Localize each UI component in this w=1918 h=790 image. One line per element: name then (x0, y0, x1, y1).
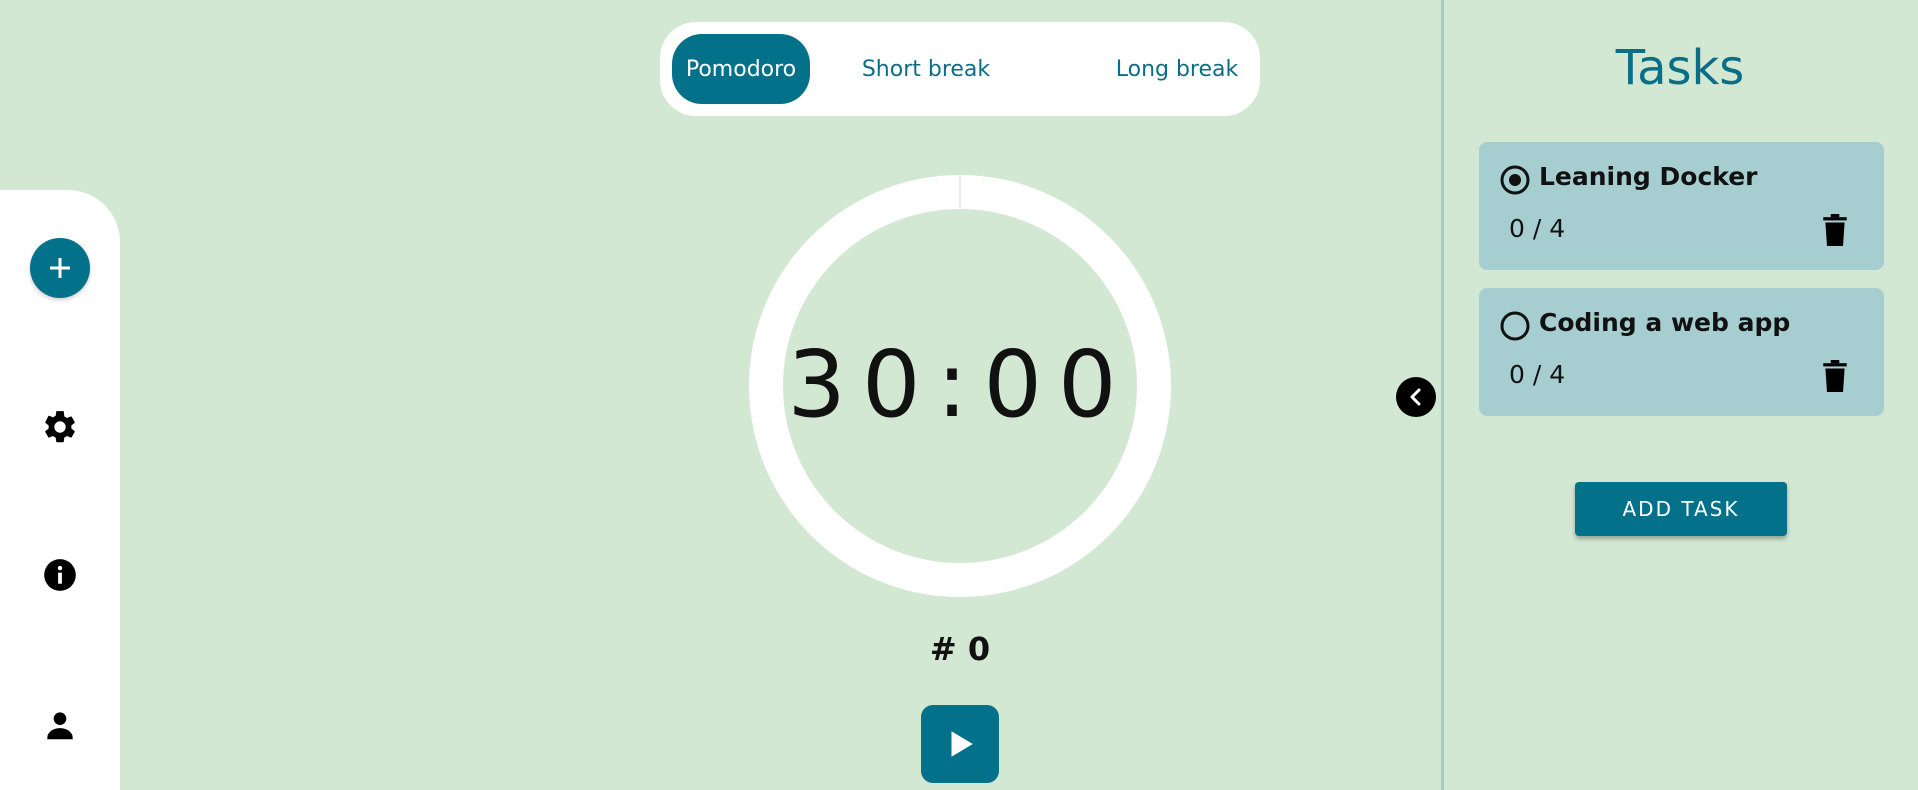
session-counter: # 0 (929, 630, 991, 668)
task-name: Coding a web app (1539, 308, 1791, 337)
play-icon (951, 731, 973, 757)
account-button[interactable] (0, 706, 120, 744)
person-icon (47, 712, 73, 740)
info-button[interactable] (0, 556, 120, 594)
task-name: Leaning Docker (1539, 162, 1758, 191)
task-card[interactable]: Leaning Docker 0 / 4 (1479, 142, 1884, 270)
settings-button[interactable] (0, 408, 120, 446)
add-fab[interactable] (30, 238, 90, 298)
gear-icon (45, 411, 75, 443)
mode-switcher: Pomodoro Short break Long break (660, 22, 1260, 116)
trash-icon[interactable] (1822, 360, 1848, 392)
task-count: 0 / 4 (1509, 360, 1566, 389)
add-task-button[interactable]: ADD TASK (1575, 482, 1787, 536)
info-icon (44, 559, 76, 591)
plus-icon (50, 258, 70, 278)
trash-icon[interactable] (1822, 214, 1848, 246)
tasks-title: Tasks (1615, 40, 1745, 96)
sidebar (0, 190, 120, 790)
chevron-left-icon (1410, 388, 1421, 406)
radio-unselected-icon[interactable] (1499, 310, 1531, 342)
collapse-panel-button[interactable] (1396, 377, 1436, 417)
radio-selected-icon[interactable] (1499, 164, 1531, 196)
play-button[interactable] (921, 705, 999, 783)
timer-display: 30:00 (787, 331, 1133, 438)
task-card[interactable]: Coding a web app 0 / 4 (1479, 288, 1884, 416)
tab-long-break[interactable]: Long break (1102, 34, 1252, 104)
panel-divider (1441, 0, 1444, 790)
add-button[interactable] (0, 238, 120, 298)
tab-short-break[interactable]: Short break (836, 34, 1016, 104)
tab-pomodoro[interactable]: Pomodoro (672, 34, 810, 104)
task-count: 0 / 4 (1509, 214, 1566, 243)
